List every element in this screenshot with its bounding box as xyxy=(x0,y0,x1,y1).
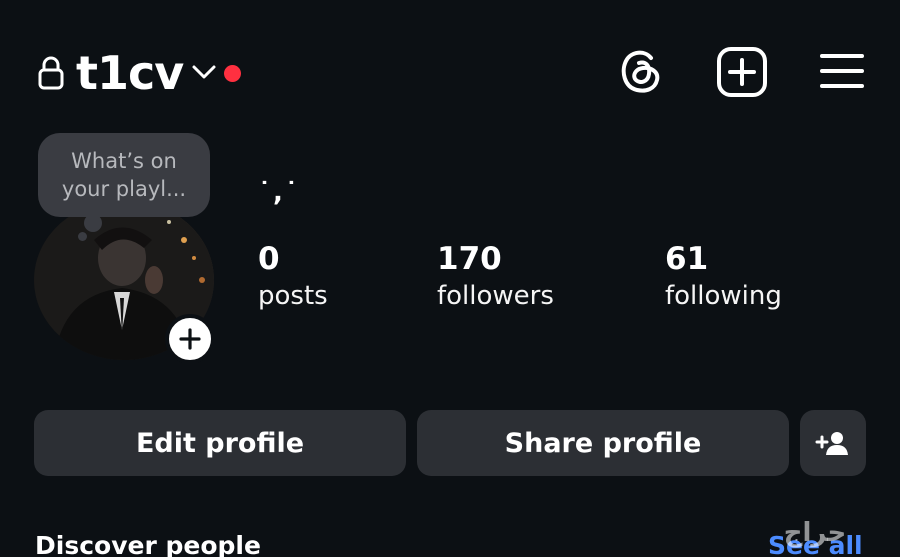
following-count: 61 xyxy=(665,241,709,277)
note-text-line-1: What’s on xyxy=(71,149,177,173)
profile-header: t1cv xyxy=(0,0,900,150)
followers-count: 170 xyxy=(437,241,502,277)
stat-following[interactable]: 61 following xyxy=(665,240,782,314)
menu-icon[interactable] xyxy=(818,48,866,94)
threads-icon[interactable] xyxy=(613,44,669,100)
discover-people-heading: Discover people xyxy=(35,531,261,557)
note-bubble[interactable]: What’s on your playl... xyxy=(38,133,210,217)
posts-count: 0 xyxy=(258,241,280,277)
stat-followers[interactable]: 170 followers xyxy=(437,240,554,314)
notification-dot xyxy=(224,65,241,82)
chevron-down-icon[interactable] xyxy=(190,62,218,82)
lock-icon xyxy=(38,56,64,90)
add-story-button[interactable] xyxy=(165,314,215,364)
plus-icon xyxy=(179,328,201,350)
edit-profile-button[interactable]: Edit profile xyxy=(34,410,406,476)
watermark-logo: حراج xyxy=(783,518,847,548)
note-text-line-2: your playl... xyxy=(61,177,187,201)
note-bubble-tail-small xyxy=(78,232,87,241)
add-person-icon xyxy=(815,432,848,455)
share-profile-button[interactable]: Share profile xyxy=(417,410,789,476)
display-name: ˙,˙ xyxy=(258,178,300,208)
username[interactable]: t1cv xyxy=(76,44,184,102)
posts-label: posts xyxy=(258,281,328,311)
profile-page: t1cv What’s on your playl... ˙,˙ 0 posts… xyxy=(0,0,900,557)
followers-label: followers xyxy=(437,281,554,311)
following-label: following xyxy=(665,281,782,311)
create-post-icon[interactable] xyxy=(714,44,770,100)
discover-people-button[interactable] xyxy=(800,410,866,476)
stat-posts[interactable]: 0 posts xyxy=(258,240,328,314)
